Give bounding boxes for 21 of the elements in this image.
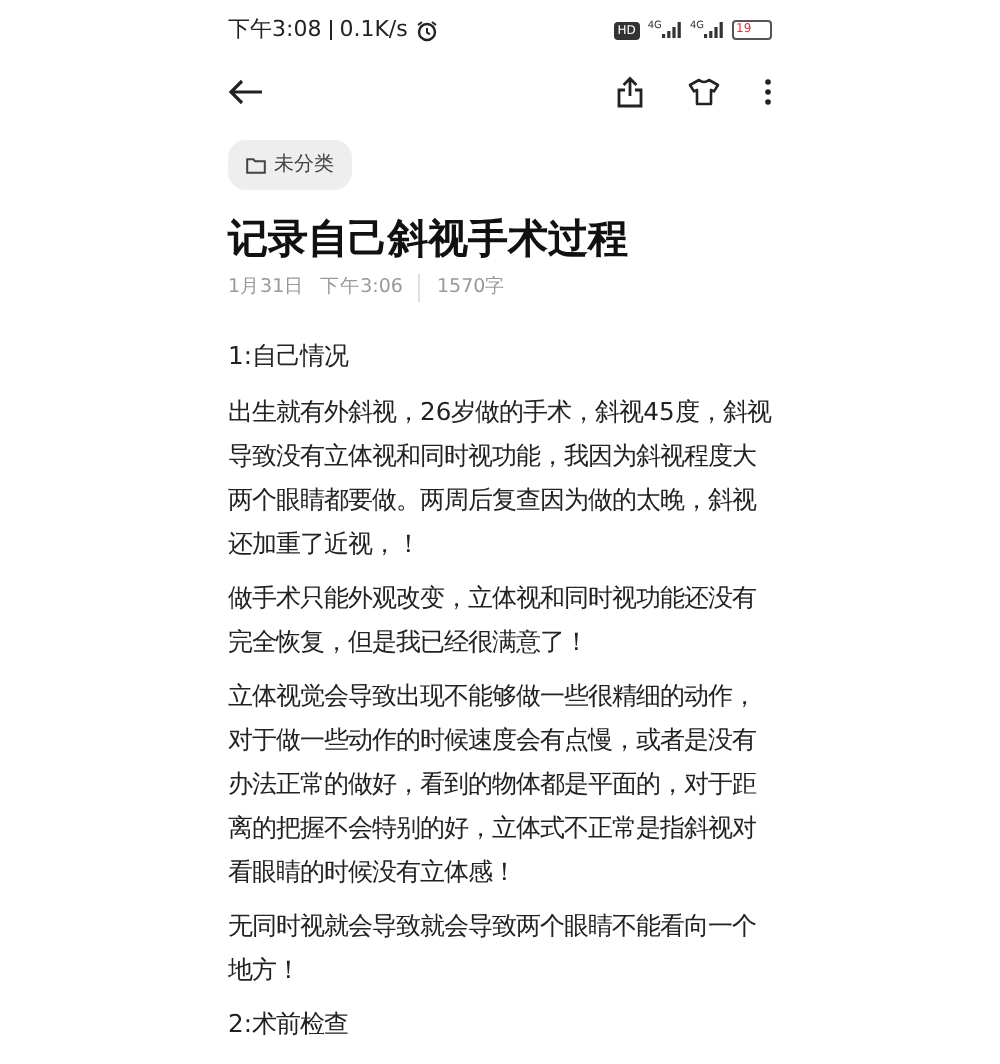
status-time: 下午3:08 xyxy=(228,13,322,46)
section-heading: 1:自己情况 xyxy=(228,340,351,375)
category-chip[interactable]: 未分类 xyxy=(228,140,352,190)
note-paragraph: 无同时视就会导致就会导致两个眼睛不能看向一个地方！ xyxy=(228,910,758,989)
back-icon[interactable] xyxy=(228,78,264,106)
signal-icon xyxy=(704,22,724,38)
note-time: 下午3:06 xyxy=(320,274,403,302)
note-paragraph: 出生就有外斜视，26岁做的手术，斜视45度，斜视导致没有立体视和同时视功能，我因为斜视程度大两个眼睛都要做。两周后复查因为做的太晚，斜视还加重了近视，！ xyxy=(228,396,772,563)
more-icon[interactable] xyxy=(764,78,772,106)
folder-icon xyxy=(246,157,266,173)
signal-icon xyxy=(661,22,682,38)
alarm-icon xyxy=(415,19,438,41)
network-speed: 0.1K/s xyxy=(339,13,408,46)
note-paragraph: 做手术只能外观改变，立体视和同时视功能还没有完全恢复，但是我已经很满意了！ xyxy=(228,582,758,661)
note-title: 记录自己斜视手术过程 xyxy=(228,214,630,262)
t-shirt-icon[interactable] xyxy=(688,78,720,106)
share-icon[interactable] xyxy=(616,76,644,108)
section-heading: 2:术前检查 xyxy=(228,1008,350,1043)
note-date: 1月31日 xyxy=(228,274,305,302)
word-count: 1570字 xyxy=(418,274,506,303)
note-paragraph: 立体视觉会导致出现不能够做一些很精细的动作，对于做一些动作的时候速度会有点慢，或者是没有办法正常的做好，看到的物体都是平面的，对于距离的把握不会特别的好，立体式不正常是指斜视对看眼睛的时候没有立体感！ xyxy=(228,680,758,891)
